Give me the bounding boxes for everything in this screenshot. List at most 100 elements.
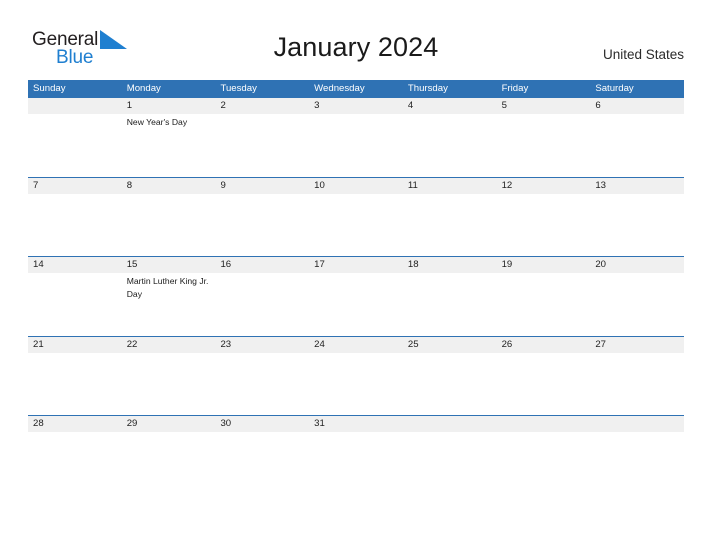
weekday-header-wednesday: Wednesday (314, 83, 365, 94)
day-event (215, 432, 309, 495)
day-number[interactable]: 6 (590, 98, 684, 114)
day-number[interactable]: 28 (28, 416, 122, 432)
day-event-band: New Year's Day (28, 114, 684, 177)
day-number[interactable]: 20 (590, 257, 684, 273)
day-event (309, 194, 403, 257)
day-number[interactable]: 9 (215, 178, 309, 194)
day-event (403, 432, 497, 495)
day-event (497, 273, 591, 336)
weekday-header-monday: Monday (126, 83, 161, 94)
day-event (309, 273, 403, 336)
day-event (403, 353, 497, 416)
day-event (309, 353, 403, 416)
day-event (590, 194, 684, 257)
day-number-band: 7 8 9 10 11 12 13 (28, 177, 684, 194)
day-event (215, 194, 309, 257)
day-number[interactable]: 3 (309, 98, 403, 114)
day-event: New Year's Day (126, 117, 188, 127)
day-event (122, 353, 216, 416)
day-number[interactable]: 16 (215, 257, 309, 273)
day-number[interactable]: 27 (590, 337, 684, 353)
weekday-header-sunday: Sunday (33, 83, 66, 94)
week-row: 7 8 9 10 11 12 13 (28, 176, 684, 257)
calendar-grid: Sunday Monday Tuesday Wednesday Thursday… (28, 80, 684, 495)
day-event (497, 353, 591, 416)
region-label: United States (602, 47, 684, 62)
day-event (122, 432, 216, 495)
page-title: January 2024 (273, 32, 439, 62)
weekday-header-row: Sunday Monday Tuesday Wednesday Thursday… (28, 80, 684, 97)
day-event (28, 353, 122, 416)
week-row: 1 2 3 4 5 6 New Year's Day (28, 97, 684, 177)
day-event (215, 353, 309, 416)
day-number[interactable]: 12 (497, 178, 591, 194)
day-event: Martin Luther King Jr. Day (126, 276, 209, 299)
day-event (122, 194, 216, 257)
day-number[interactable]: 18 (403, 257, 497, 273)
day-number-band: 14 15 16 17 18 19 20 (28, 257, 684, 273)
day-number[interactable]: 2 (215, 98, 309, 114)
day-number[interactable]: 8 (122, 178, 216, 194)
day-event (590, 114, 684, 177)
day-event (403, 194, 497, 257)
day-event-band (28, 353, 684, 416)
day-event (28, 432, 122, 495)
day-number[interactable]: 26 (497, 337, 591, 353)
day-event (403, 114, 497, 177)
day-event-band (28, 432, 684, 495)
day-event (215, 273, 309, 336)
day-event (590, 432, 684, 495)
day-event (590, 353, 684, 416)
day-event (590, 273, 684, 336)
day-number[interactable]: 15 (122, 257, 216, 273)
weekday-header-tuesday: Tuesday (220, 83, 257, 94)
week-row: 21 22 23 24 25 26 27 (28, 335, 684, 416)
day-number[interactable]: 31 (309, 416, 403, 432)
day-number-band: 21 22 23 24 25 26 27 (28, 336, 684, 353)
day-number[interactable]: 29 (122, 416, 216, 432)
day-event (28, 273, 122, 336)
day-event (497, 432, 591, 495)
day-number[interactable]: 25 (403, 337, 497, 353)
day-event (215, 114, 309, 177)
generalblue-logo[interactable]: General Blue (32, 30, 152, 74)
day-number-band: 1 2 3 4 5 6 (28, 98, 684, 114)
week-row: 28 29 30 31 (28, 415, 684, 495)
day-number[interactable]: 1 (122, 98, 216, 114)
day-number[interactable]: 17 (309, 257, 403, 273)
day-number[interactable]: 4 (403, 98, 497, 114)
day-number[interactable]: 23 (215, 337, 309, 353)
day-event-band: Martin Luther King Jr. Day (28, 273, 684, 336)
blue-triangle-icon (98, 30, 128, 54)
day-event-band (28, 194, 684, 257)
day-number[interactable]: 30 (215, 416, 309, 432)
day-event (309, 114, 403, 177)
day-number[interactable] (497, 416, 591, 432)
day-number[interactable]: 22 (122, 337, 216, 353)
day-number[interactable]: 21 (28, 337, 122, 353)
day-number[interactable]: 24 (309, 337, 403, 353)
day-event (28, 114, 122, 177)
day-number[interactable]: 11 (403, 178, 497, 194)
day-number[interactable]: 5 (497, 98, 591, 114)
weekday-header-friday: Friday (501, 83, 529, 94)
day-event (403, 273, 497, 336)
weekday-header-saturday: Saturday (595, 83, 634, 94)
day-number[interactable]: 19 (497, 257, 591, 273)
day-number[interactable] (590, 416, 684, 432)
day-number[interactable] (403, 416, 497, 432)
day-event (497, 114, 591, 177)
day-event (497, 194, 591, 257)
day-event (28, 194, 122, 257)
logo-bottom-row: Blue (56, 48, 93, 67)
day-number[interactable] (28, 98, 122, 114)
weekday-header-thursday: Thursday (407, 83, 448, 94)
day-event (309, 432, 403, 495)
page-header: General Blue January 2024 United States (0, 0, 712, 80)
week-row: 14 15 16 17 18 19 20 Martin Luther King … (28, 256, 684, 336)
day-number[interactable]: 10 (309, 178, 403, 194)
day-number[interactable]: 13 (590, 178, 684, 194)
day-number[interactable]: 7 (28, 178, 122, 194)
day-number-band: 28 29 30 31 (28, 416, 684, 432)
day-number[interactable]: 14 (28, 257, 122, 273)
